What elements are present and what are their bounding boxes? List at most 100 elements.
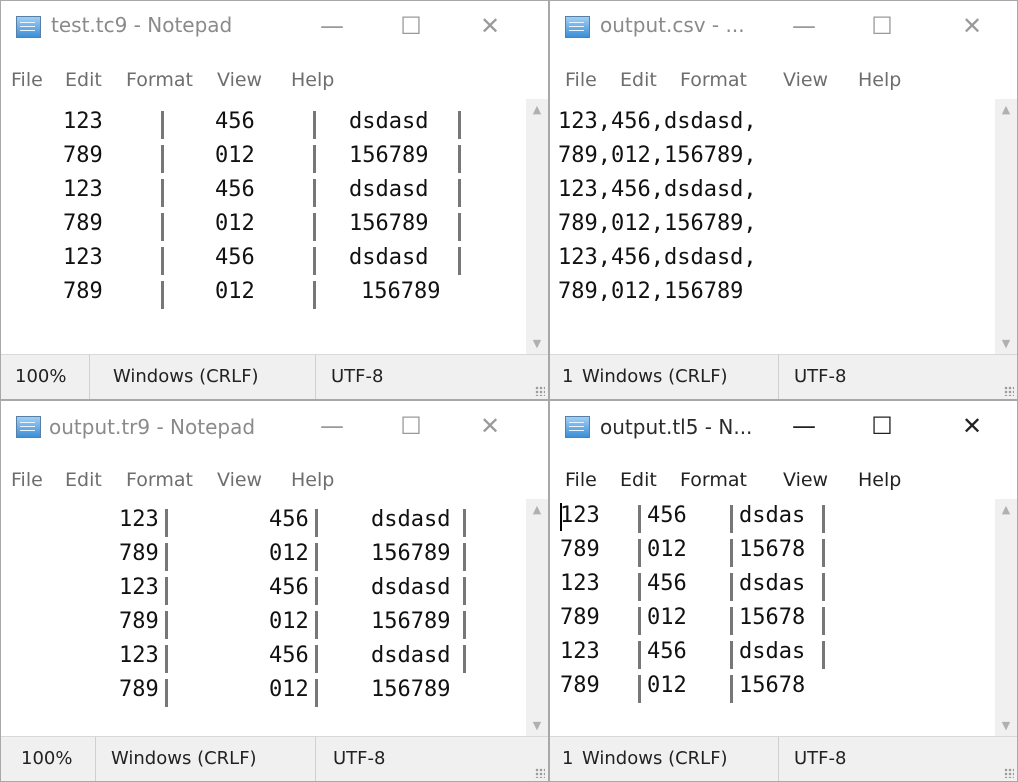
maximize-icon[interactable]: ☐ bbox=[389, 9, 433, 43]
scroll-up-icon[interactable]: ▲ bbox=[995, 499, 1017, 521]
zoom-level: 100% bbox=[21, 748, 73, 769]
vertical-scrollbar[interactable]: ▲ ▼ bbox=[526, 99, 548, 355]
separator bbox=[161, 179, 164, 207]
separator bbox=[730, 573, 733, 601]
separator bbox=[638, 539, 641, 567]
text-cell: dsdasd bbox=[371, 643, 451, 668]
status-divider bbox=[315, 355, 316, 399]
window-title: output.tl5 - N... bbox=[600, 415, 753, 439]
menu-format[interactable]: Format bbox=[126, 469, 193, 491]
separator bbox=[165, 577, 168, 605]
separator bbox=[315, 679, 318, 707]
resize-grip-icon[interactable] bbox=[1004, 386, 1014, 396]
text-editor[interactable]: 123 456 dsdasd 789 012 156789 123 456 ds… bbox=[1, 99, 526, 355]
menu-help[interactable]: Help bbox=[858, 69, 901, 91]
scroll-down-icon[interactable]: ▼ bbox=[526, 715, 548, 737]
status-bar: 100% Windows (CRLF) UTF-8 bbox=[1, 736, 548, 781]
text-cell: 789 bbox=[63, 143, 103, 168]
text-cell: 012 bbox=[269, 609, 309, 634]
separator bbox=[730, 675, 733, 703]
resize-grip-icon[interactable] bbox=[535, 386, 545, 396]
maximize-icon[interactable]: ☐ bbox=[860, 409, 904, 443]
separator bbox=[638, 675, 641, 703]
text-cell: 012 bbox=[269, 541, 309, 566]
text-cell: 789 bbox=[560, 605, 600, 630]
text-editor[interactable]: 123 456 dsdasd 789 012 156789 123 456 ds… bbox=[1, 499, 526, 737]
menu-file[interactable]: File bbox=[11, 469, 43, 491]
separator bbox=[730, 539, 733, 567]
text-cell: 156789 bbox=[371, 541, 451, 566]
status-bar: 1 Windows (CRLF) UTF-8 bbox=[550, 736, 1017, 781]
menu-help[interactable]: Help bbox=[291, 469, 334, 491]
scroll-down-icon[interactable]: ▼ bbox=[995, 333, 1017, 355]
text-cell: dsdasd bbox=[371, 575, 451, 600]
text-cell: 123 bbox=[63, 177, 103, 202]
menu-view[interactable]: View bbox=[783, 469, 828, 491]
notepad-window-output-tr9[interactable]: output.tr9 - Notepad — ☐ ✕ File Edit For… bbox=[0, 400, 549, 782]
notepad-window-output-tl5[interactable]: output.tl5 - N... — ☐ ✕ File Edit Format… bbox=[549, 400, 1018, 782]
text-cell: dsdas bbox=[739, 503, 806, 528]
menu-help[interactable]: Help bbox=[291, 69, 334, 91]
text-editor[interactable]: 123 456 dsdas 789 012 15678 123 456 dsda… bbox=[550, 499, 995, 737]
line-ending: Windows (CRLF) bbox=[111, 748, 257, 769]
menu-view[interactable]: View bbox=[783, 69, 828, 91]
text-cell: 789 bbox=[119, 541, 159, 566]
separator bbox=[313, 213, 316, 241]
menu-help[interactable]: Help bbox=[858, 469, 901, 491]
text-editor[interactable]: 123,456,dsdasd, 789,012,156789, 123,456,… bbox=[550, 99, 995, 355]
text-cell: 156789 bbox=[371, 609, 451, 634]
minimize-icon[interactable]: — bbox=[310, 409, 354, 443]
menu-edit[interactable]: Edit bbox=[620, 469, 657, 491]
zoom-level: 1 bbox=[562, 748, 574, 769]
text-cell: 012 bbox=[215, 279, 255, 304]
menu-edit[interactable]: Edit bbox=[620, 69, 657, 91]
menu-format[interactable]: Format bbox=[680, 69, 747, 91]
text-cell: 123,456,dsdasd, bbox=[558, 177, 757, 202]
title-bar[interactable]: test.tc9 - Notepad — ☐ ✕ bbox=[1, 1, 548, 53]
resize-grip-icon[interactable] bbox=[1004, 768, 1014, 778]
menu-file[interactable]: File bbox=[565, 69, 597, 91]
resize-grip-icon[interactable] bbox=[535, 768, 545, 778]
separator bbox=[458, 247, 461, 275]
minimize-icon[interactable]: — bbox=[782, 409, 826, 443]
separator bbox=[165, 645, 168, 673]
status-divider bbox=[89, 355, 90, 399]
minimize-icon[interactable]: — bbox=[310, 9, 354, 43]
text-cell: 789 bbox=[63, 279, 103, 304]
menu-edit[interactable]: Edit bbox=[65, 69, 102, 91]
menu-format[interactable]: Format bbox=[680, 469, 747, 491]
close-icon[interactable]: ✕ bbox=[468, 409, 512, 443]
menu-view[interactable]: View bbox=[217, 469, 262, 491]
scroll-up-icon[interactable]: ▲ bbox=[526, 99, 548, 121]
minimize-icon[interactable]: — bbox=[782, 9, 826, 43]
scroll-up-icon[interactable]: ▲ bbox=[526, 499, 548, 521]
separator bbox=[822, 505, 825, 533]
close-icon[interactable]: ✕ bbox=[468, 9, 512, 43]
vertical-scrollbar[interactable]: ▲ ▼ bbox=[995, 499, 1017, 737]
scroll-up-icon[interactable]: ▲ bbox=[995, 99, 1017, 121]
maximize-icon[interactable]: ☐ bbox=[860, 9, 904, 43]
title-bar[interactable]: output.tl5 - N... — ☐ ✕ bbox=[550, 401, 1017, 453]
separator bbox=[313, 179, 316, 207]
separator bbox=[463, 611, 466, 639]
menu-format[interactable]: Format bbox=[126, 69, 193, 91]
status-bar: 1 Windows (CRLF) UTF-8 bbox=[550, 354, 1017, 399]
menu-file[interactable]: File bbox=[11, 69, 43, 91]
title-bar[interactable]: output.csv - ... — ☐ ✕ bbox=[550, 1, 1017, 53]
menu-edit[interactable]: Edit bbox=[65, 469, 102, 491]
maximize-icon[interactable]: ☐ bbox=[389, 409, 433, 443]
vertical-scrollbar[interactable]: ▲ ▼ bbox=[526, 499, 548, 737]
text-cell: 456 bbox=[269, 507, 309, 532]
separator bbox=[161, 145, 164, 173]
menu-view[interactable]: View bbox=[217, 69, 262, 91]
scroll-down-icon[interactable]: ▼ bbox=[995, 715, 1017, 737]
status-divider bbox=[95, 737, 96, 781]
notepad-window-output-csv[interactable]: output.csv - ... — ☐ ✕ File Edit Format … bbox=[549, 0, 1018, 400]
close-icon[interactable]: ✕ bbox=[950, 9, 994, 43]
notepad-window-test-tc9[interactable]: test.tc9 - Notepad — ☐ ✕ File Edit Forma… bbox=[0, 0, 549, 400]
title-bar[interactable]: output.tr9 - Notepad — ☐ ✕ bbox=[1, 401, 548, 453]
menu-file[interactable]: File bbox=[565, 469, 597, 491]
scroll-down-icon[interactable]: ▼ bbox=[526, 333, 548, 355]
vertical-scrollbar[interactable]: ▲ ▼ bbox=[995, 99, 1017, 355]
close-icon[interactable]: ✕ bbox=[950, 409, 994, 443]
